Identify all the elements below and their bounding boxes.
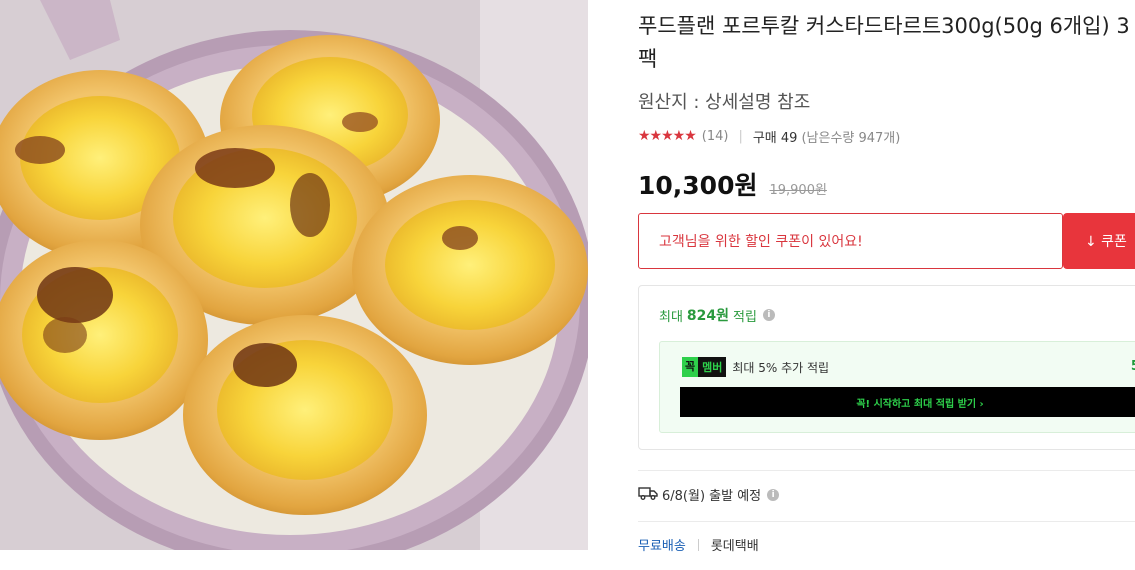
member-benefit-line: 꼭 멤버 최대 5% 추가 적립 (682, 357, 829, 377)
sale-price: 10,300원 (638, 171, 758, 200)
tart-bottom-center (183, 315, 427, 515)
member-benefit-amount: 515 (1131, 359, 1135, 374)
points-summary: 최대 824원 적립 i (659, 305, 775, 325)
points-box: 최대 824원 적립 i 꼭 멤버 최대 5% 추가 적립 515 꼭! 시작하… (638, 285, 1135, 450)
delivery-row: 무료배송 롯데택배 (638, 535, 759, 554)
truck-icon (638, 486, 658, 504)
stock-remaining: (남은수량 947개) (801, 130, 901, 146)
member-benefit-box: 꼭 멤버 최대 5% 추가 적립 515 꼭! 시작하고 최대 적립 받기 › (659, 341, 1135, 433)
points-suffix: 적립 (733, 309, 757, 325)
info-icon[interactable]: i (762, 309, 775, 321)
rating-stars-icon: ★★★★★ (638, 128, 697, 144)
tart-bottom-left (0, 240, 208, 440)
dispatch-row: 6/8(월) 출발 예정 i (638, 485, 780, 504)
product-image[interactable] (0, 0, 588, 550)
free-shipping-label: 무료배송 (638, 539, 686, 554)
coupon-message: 고객님을 위한 할인 쿠폰이 있어요! (659, 234, 863, 250)
coupon-banner[interactable]: 고객님을 위한 할인 쿠폰이 있어요! (638, 213, 1063, 269)
member-badge-left: 꼭 (682, 357, 699, 377)
rating-row: ★★★★★ (14) | 구매 49 (남은수량 947개) (638, 126, 900, 146)
review-count-link[interactable]: (14) (702, 129, 729, 144)
member-signup-button[interactable]: 꼭! 시작하고 최대 적립 받기 › (680, 387, 1135, 417)
dispatch-date: 6/8(월) 출발 예정 (662, 489, 762, 504)
product-origin: 원산지 : 상세설명 참조 (638, 92, 811, 113)
divider (638, 521, 1135, 522)
delivery-separator (697, 538, 699, 551)
member-benefit-text: 최대 5% 추가 적립 (732, 360, 830, 375)
member-badge: 꼭 멤버 (682, 357, 727, 377)
info-icon[interactable]: i (767, 488, 780, 501)
egg-tart-photo (0, 0, 588, 550)
points-amount: 824원 (686, 308, 730, 324)
member-badge-right: 멤버 (702, 361, 723, 374)
divider (638, 470, 1135, 471)
points-prefix: 최대 (659, 309, 683, 325)
coupon-download-button[interactable]: ↓ 쿠폰 (1063, 213, 1135, 269)
carrier-name: 롯데택배 (710, 539, 759, 554)
product-info-panel: 푸드플랜 포르투칼 커스타드타르트300g(50g 6개입) 3팩 원산지 : … (638, 0, 1135, 570)
original-price: 19,900원 (769, 183, 827, 198)
tart-right (352, 175, 588, 365)
coupon-button-label: ↓ 쿠폰 (1085, 234, 1127, 250)
rating-separator: | (738, 128, 743, 144)
purchase-count: 구매 49 (752, 130, 798, 146)
price-row: 10,300원 19,900원 (638, 166, 827, 202)
product-title: 푸드플랜 포르투칼 커스타드타르트300g(50g 6개입) 3팩 (638, 14, 1130, 71)
